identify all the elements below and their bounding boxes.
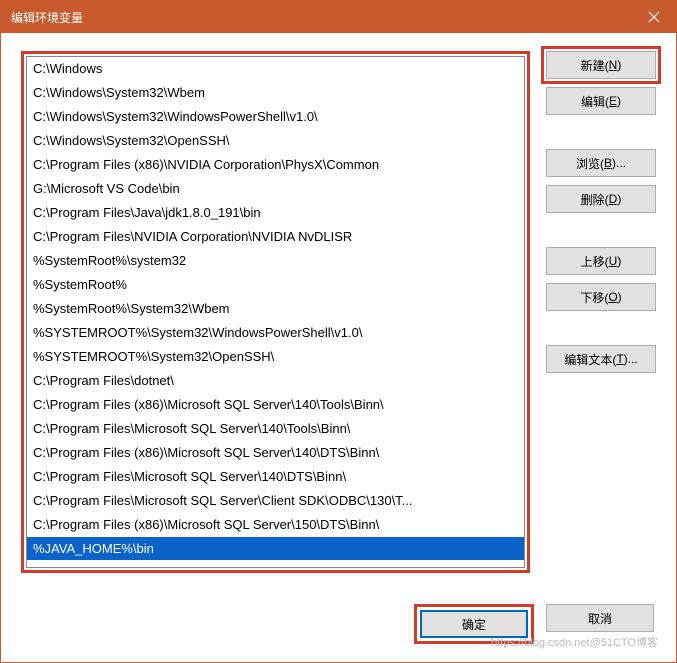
list-item-editing[interactable] bbox=[27, 537, 524, 560]
window-title: 编辑环境变量 bbox=[11, 9, 83, 26]
button-label: 编辑( bbox=[581, 93, 609, 110]
button-hotkey: E bbox=[609, 94, 617, 108]
button-suffix: ) bbox=[617, 192, 621, 206]
spacer bbox=[546, 221, 656, 239]
list-item[interactable]: %SystemRoot%\system32 bbox=[27, 249, 524, 273]
list-item[interactable]: C:\Windows\System32\WindowsPowerShell\v1… bbox=[27, 105, 524, 129]
button-suffix: )... bbox=[612, 156, 626, 170]
path-edit-input[interactable] bbox=[27, 537, 524, 560]
dialog-window: 编辑环境变量 C:\WindowsC:\Windows\System32\Wbe… bbox=[0, 0, 677, 663]
list-item[interactable]: G:\Microsoft VS Code\bin bbox=[27, 177, 524, 201]
button-suffix: ) bbox=[618, 290, 622, 304]
button-label: 编辑文本( bbox=[564, 351, 616, 368]
button-label: 删除( bbox=[581, 191, 609, 208]
button-suffix: ) bbox=[617, 58, 621, 72]
titlebar: 编辑环境变量 bbox=[1, 1, 676, 33]
list-item[interactable]: C:\Program Files\NVIDIA Corporation\NVID… bbox=[27, 225, 524, 249]
list-item[interactable]: C:\Program Files\Java\jdk1.8.0_191\bin bbox=[27, 201, 524, 225]
spacer bbox=[546, 319, 656, 337]
button-hotkey: T bbox=[616, 352, 623, 366]
cancel-button[interactable]: 取消 bbox=[546, 604, 654, 632]
button-label: 上移( bbox=[581, 253, 609, 270]
move-up-button[interactable]: 上移(U) bbox=[546, 247, 656, 275]
button-hotkey: B bbox=[604, 156, 612, 170]
list-item[interactable]: C:\Windows bbox=[27, 57, 524, 81]
list-item[interactable]: C:\Windows\System32\OpenSSH\ bbox=[27, 129, 524, 153]
close-icon bbox=[648, 11, 660, 23]
browse-button[interactable]: 浏览(B)... bbox=[546, 149, 656, 177]
edit-button[interactable]: 编辑(E) bbox=[546, 87, 656, 115]
button-suffix: ) bbox=[617, 254, 621, 268]
footer: https://blog.csdn.net@51CTO博客 确定 取消 bbox=[1, 594, 676, 662]
list-item[interactable]: C:\Program Files\dotnet\ bbox=[27, 369, 524, 393]
new-button[interactable]: 新建(N) bbox=[546, 51, 656, 79]
button-label: 下移( bbox=[580, 289, 608, 306]
list-item[interactable]: C:\Program Files (x86)\Microsoft SQL Ser… bbox=[27, 441, 524, 465]
close-button[interactable] bbox=[631, 1, 676, 33]
spacer bbox=[546, 123, 656, 141]
button-hotkey: N bbox=[609, 58, 618, 72]
edit-text-button[interactable]: 编辑文本(T)... bbox=[546, 345, 656, 373]
list-item[interactable]: %SystemRoot%\System32\Wbem bbox=[27, 297, 524, 321]
side-buttons: 新建(N) 编辑(E) 浏览(B)... 删除(D) 上移(U) 下移(O) 编… bbox=[546, 51, 656, 584]
list-item[interactable]: C:\Program Files\Microsoft SQL Server\Cl… bbox=[27, 489, 524, 513]
list-panel: C:\WindowsC:\Windows\System32\WbemC:\Win… bbox=[21, 51, 530, 584]
button-label: 浏览( bbox=[576, 155, 604, 172]
list-item[interactable]: C:\Windows\System32\Wbem bbox=[27, 81, 524, 105]
list-item[interactable]: %SystemRoot% bbox=[27, 273, 524, 297]
list-item[interactable]: %SYSTEMROOT%\System32\OpenSSH\ bbox=[27, 345, 524, 369]
button-suffix: )... bbox=[624, 352, 638, 366]
list-item[interactable]: C:\Program Files (x86)\NVIDIA Corporatio… bbox=[27, 153, 524, 177]
content-area: C:\WindowsC:\Windows\System32\WbemC:\Win… bbox=[1, 33, 676, 594]
path-listbox[interactable]: C:\WindowsC:\Windows\System32\WbemC:\Win… bbox=[26, 56, 525, 568]
button-hotkey: O bbox=[608, 290, 617, 304]
button-hotkey: D bbox=[609, 192, 618, 206]
move-down-button[interactable]: 下移(O) bbox=[546, 283, 656, 311]
ok-highlight: 确定 bbox=[414, 604, 534, 644]
listbox-highlight: C:\WindowsC:\Windows\System32\WbemC:\Win… bbox=[21, 51, 530, 573]
list-item[interactable]: C:\Program Files (x86)\Microsoft SQL Ser… bbox=[27, 513, 524, 537]
delete-button[interactable]: 删除(D) bbox=[546, 185, 656, 213]
list-item[interactable]: C:\Program Files\Microsoft SQL Server\14… bbox=[27, 417, 524, 441]
ok-button[interactable]: 确定 bbox=[420, 610, 528, 638]
button-hotkey: U bbox=[609, 254, 618, 268]
list-item[interactable]: %SYSTEMROOT%\System32\WindowsPowerShell\… bbox=[27, 321, 524, 345]
list-item[interactable]: C:\Program Files (x86)\Microsoft SQL Ser… bbox=[27, 393, 524, 417]
button-suffix: ) bbox=[617, 94, 621, 108]
list-item[interactable]: C:\Program Files\Microsoft SQL Server\14… bbox=[27, 465, 524, 489]
button-label: 新建( bbox=[581, 57, 609, 74]
